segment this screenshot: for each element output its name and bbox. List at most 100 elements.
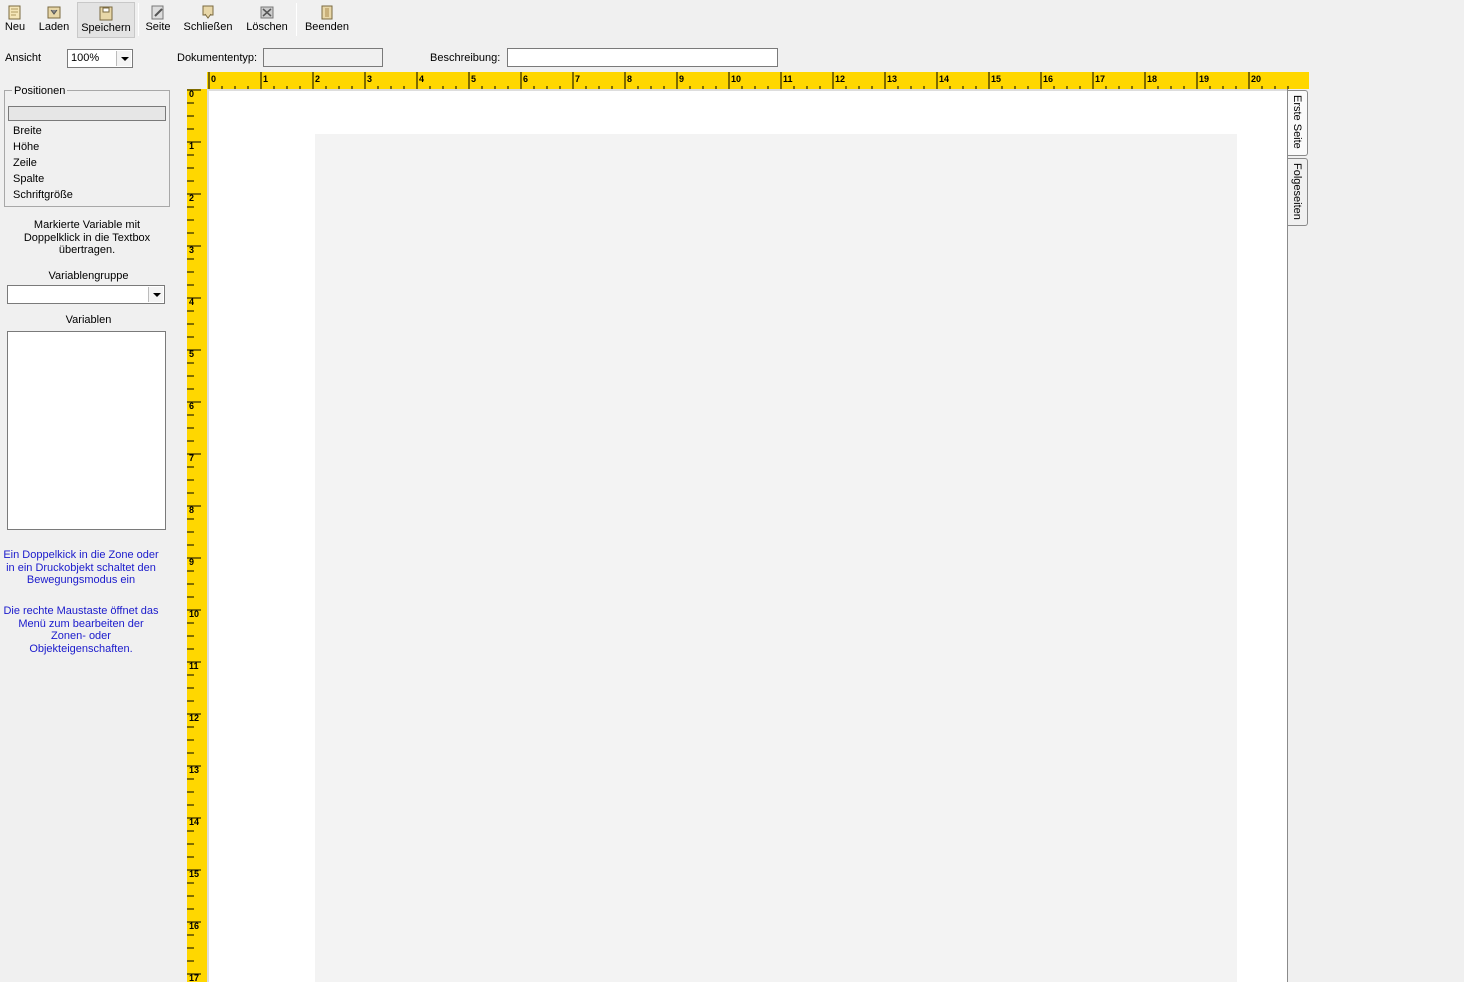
- positionen-group: Positionen Breite Höhe Zeile Spalte Schr…: [4, 85, 170, 207]
- ruler-v-label: 0: [189, 89, 195, 99]
- tab-erste-seite[interactable]: Erste Seite: [1288, 90, 1308, 156]
- delete-button-label: Löschen: [246, 21, 288, 33]
- variablen-list[interactable]: [7, 331, 166, 530]
- prop-zeile: Zeile: [13, 157, 37, 169]
- dokumenttyp-label: Dokumententyp:: [177, 52, 258, 64]
- ruler-h-label: 7: [575, 74, 581, 84]
- positionen-title: Positionen: [12, 85, 68, 97]
- ruler-v-label: 4: [189, 297, 195, 307]
- beschreibung-label: Beschreibung:: [430, 52, 501, 64]
- ruler-h-label: 8: [627, 74, 633, 84]
- ruler-h-label: 16: [1043, 74, 1054, 84]
- page-edit-icon: [151, 5, 164, 20]
- ruler-h-label: 15: [991, 74, 1002, 84]
- ruler-h-label: 12: [835, 74, 846, 84]
- exit-door-icon: [321, 5, 333, 20]
- ansicht-label: Ansicht: [5, 52, 42, 64]
- dokumenttyp-field: [263, 48, 383, 67]
- page-tabstrip: Erste Seite Folgeseiten: [1287, 89, 1309, 982]
- close-document-icon: [202, 5, 214, 19]
- ruler-h-label: 6: [523, 74, 529, 84]
- ruler-h-label: 9: [679, 74, 685, 84]
- toolbar-separator: [296, 3, 297, 36]
- prop-hoehe: Höhe: [13, 141, 40, 153]
- ruler-corner: [187, 72, 207, 89]
- horizontal-ruler: 0 1 2 3 4 5 6 7 8 9 10 11 12 13 14 15 16 17 18 19 20: [207, 72, 1309, 89]
- zoom-select[interactable]: 100%: [67, 49, 133, 68]
- exit-button-label: Beenden: [304, 21, 350, 33]
- save-button[interactable]: Speichern: [77, 2, 135, 38]
- horizontal-ruler-ticks: [208, 72, 1289, 89]
- prop-spalte: Spalte: [13, 173, 45, 185]
- ruler-v-label: 7: [189, 453, 195, 463]
- ruler-h-label: 0: [211, 74, 217, 84]
- chevron-down-icon[interactable]: [116, 51, 131, 66]
- ruler-h-label: 1: [263, 74, 269, 84]
- ruler-v-label: 16: [189, 921, 200, 931]
- ruler-v-label: 6: [189, 401, 195, 411]
- chevron-down-icon[interactable]: [148, 287, 163, 302]
- tab-erste-seite-label: Erste Seite: [1291, 95, 1303, 149]
- new-document-icon: [8, 5, 21, 20]
- page-button[interactable]: Seite: [143, 2, 173, 38]
- save-button-label: Speichern: [81, 22, 131, 34]
- ruler-h-label: 10: [731, 74, 742, 84]
- tab-folgeseiten-label: Folgeseiten: [1291, 163, 1303, 220]
- vertical-ruler-ticks: [187, 89, 201, 975]
- load-folder-icon: [47, 6, 61, 19]
- variablengruppe-label: Variablengruppe: [48, 270, 129, 282]
- ruler-v-label: 3: [189, 245, 195, 255]
- variablen-label: Variablen: [65, 314, 112, 326]
- load-button-label: Laden: [38, 21, 70, 33]
- ruler-h-label: 19: [1199, 74, 1210, 84]
- position-display: [8, 106, 166, 121]
- ruler-h-label: 4: [419, 74, 425, 84]
- ruler-h-label: 11: [783, 74, 793, 84]
- ruler-v-label: 5: [189, 349, 195, 359]
- ruler-v-label: 11: [189, 661, 199, 671]
- ruler-v-label: 10: [189, 609, 200, 619]
- ruler-h-label: 14: [939, 74, 950, 84]
- tab-folgeseiten[interactable]: Folgeseiten: [1288, 158, 1308, 226]
- ruler-v-label: 15: [189, 869, 200, 879]
- ruler-v-label: 17: [189, 973, 200, 982]
- ruler-v-label: 2: [189, 193, 195, 203]
- ruler-h-label: 2: [315, 74, 321, 84]
- close-button-label: Schließen: [183, 21, 233, 33]
- ruler-v-label: 13: [189, 765, 200, 775]
- ruler-h-label: 3: [367, 74, 373, 84]
- report-designer-window: Neu Laden Speichern Seite Schließen Lösc…: [0, 0, 1464, 982]
- beschreibung-input[interactable]: [507, 48, 778, 67]
- design-canvas[interactable]: [207, 89, 1287, 982]
- ruler-v-label: 9: [189, 557, 195, 567]
- page-zone[interactable]: [315, 134, 1237, 982]
- ruler-h-label: 17: [1095, 74, 1106, 84]
- ruler-h-label: 5: [471, 74, 477, 84]
- vertical-ruler: 0 1 2 3 4 5 6 7 8 9 10 11 12 13 14 15 16 17: [187, 89, 207, 982]
- variable-hint-text: Markierte Variable mit Doppelklick in di…: [23, 219, 151, 256]
- delete-icon: [260, 6, 274, 19]
- ruler-v-label: 14: [189, 817, 200, 827]
- new-button-label: Neu: [4, 21, 26, 33]
- ruler-h-label: 20: [1251, 74, 1262, 84]
- zone-hint-text: Ein Doppelkick in die Zone oder in ein D…: [3, 549, 159, 586]
- toolbar-separator: [138, 3, 139, 36]
- ruler-h-label: 18: [1147, 74, 1158, 84]
- load-button[interactable]: Laden: [36, 2, 72, 38]
- prop-breite: Breite: [13, 125, 42, 137]
- rightclick-hint-text: Die rechte Maustaste öffnet das Menü zum…: [3, 605, 159, 655]
- exit-button[interactable]: Beenden: [302, 2, 352, 38]
- variablengruppe-select[interactable]: [7, 285, 165, 304]
- new-button[interactable]: Neu: [2, 2, 28, 38]
- page-button-label: Seite: [145, 21, 171, 33]
- save-icon: [99, 6, 113, 21]
- delete-button[interactable]: Löschen: [243, 2, 291, 38]
- ruler-v-label: 1: [189, 141, 195, 151]
- close-button[interactable]: Schließen: [182, 2, 234, 38]
- prop-schriftgroesse: Schriftgröße: [13, 189, 73, 201]
- ruler-h-label: 13: [887, 74, 898, 84]
- toolbar: Neu Laden Speichern Seite Schließen Lösc…: [0, 0, 1464, 40]
- zoom-value: 100%: [71, 52, 100, 64]
- ruler-v-label: 12: [189, 713, 200, 723]
- ruler-v-label: 8: [189, 505, 195, 515]
